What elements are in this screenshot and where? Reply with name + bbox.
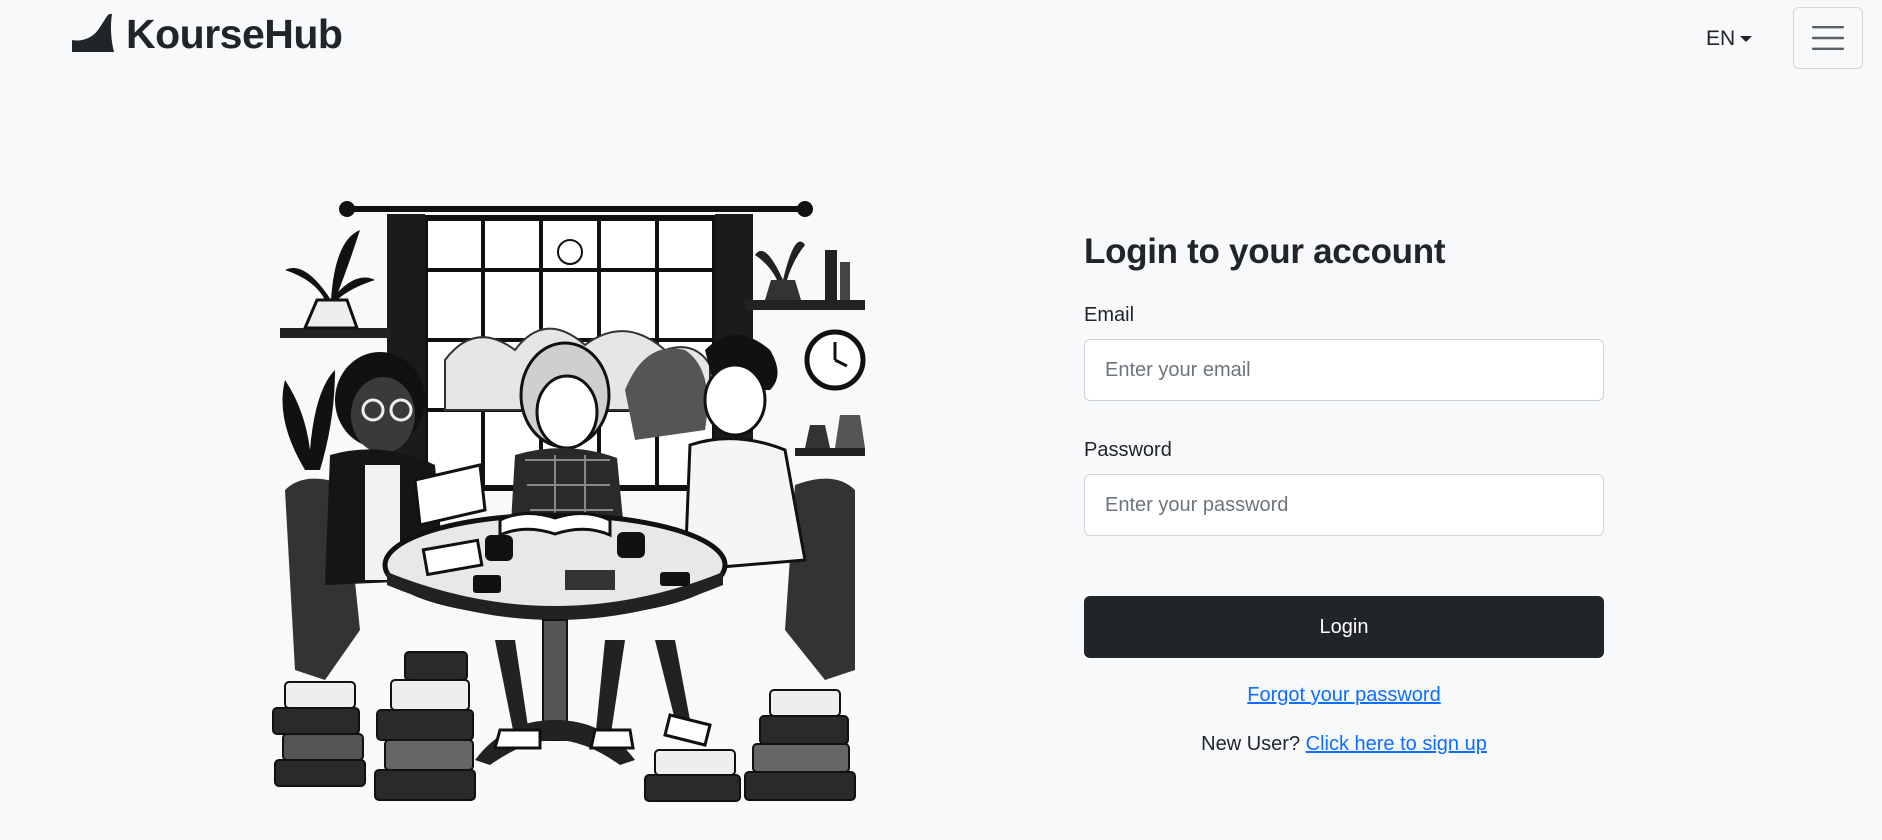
- brand-name: KourseHub: [126, 10, 343, 57]
- navbar-toggle-button[interactable]: [1793, 7, 1863, 69]
- password-field[interactable]: [1084, 474, 1604, 536]
- login-title: Login to your account: [1084, 232, 1446, 271]
- top-navbar: KourseHub EN: [0, 0, 1882, 76]
- login-links: Forgot your password New User? Click her…: [1084, 658, 1604, 756]
- email-label: Email: [1084, 304, 1135, 326]
- email-field[interactable]: [1084, 339, 1604, 401]
- hamburger-menu-icon: [1812, 26, 1844, 50]
- caret-down-icon: [1740, 36, 1753, 42]
- password-label: Password: [1084, 439, 1172, 461]
- login-form: Login to your account Email Password Log…: [1084, 232, 1604, 756]
- forgot-password-link[interactable]: Forgot your password: [1247, 684, 1440, 707]
- signup-row: New User? Click here to sign up: [1084, 733, 1604, 756]
- login-button[interactable]: Login: [1084, 596, 1604, 658]
- illustration-art: [272, 201, 866, 802]
- signup-link[interactable]: Click here to sign up: [1306, 733, 1487, 755]
- language-dropdown[interactable]: EN: [1706, 24, 1753, 54]
- password-group: Password: [1084, 439, 1604, 536]
- new-user-text: New User?: [1201, 733, 1301, 755]
- language-label: EN: [1706, 27, 1736, 50]
- email-group: Email: [1084, 304, 1604, 401]
- students-studying-illustration: [265, 200, 875, 810]
- shark-fin-logo-icon: [72, 14, 114, 52]
- brand-link[interactable]: KourseHub: [70, 6, 343, 62]
